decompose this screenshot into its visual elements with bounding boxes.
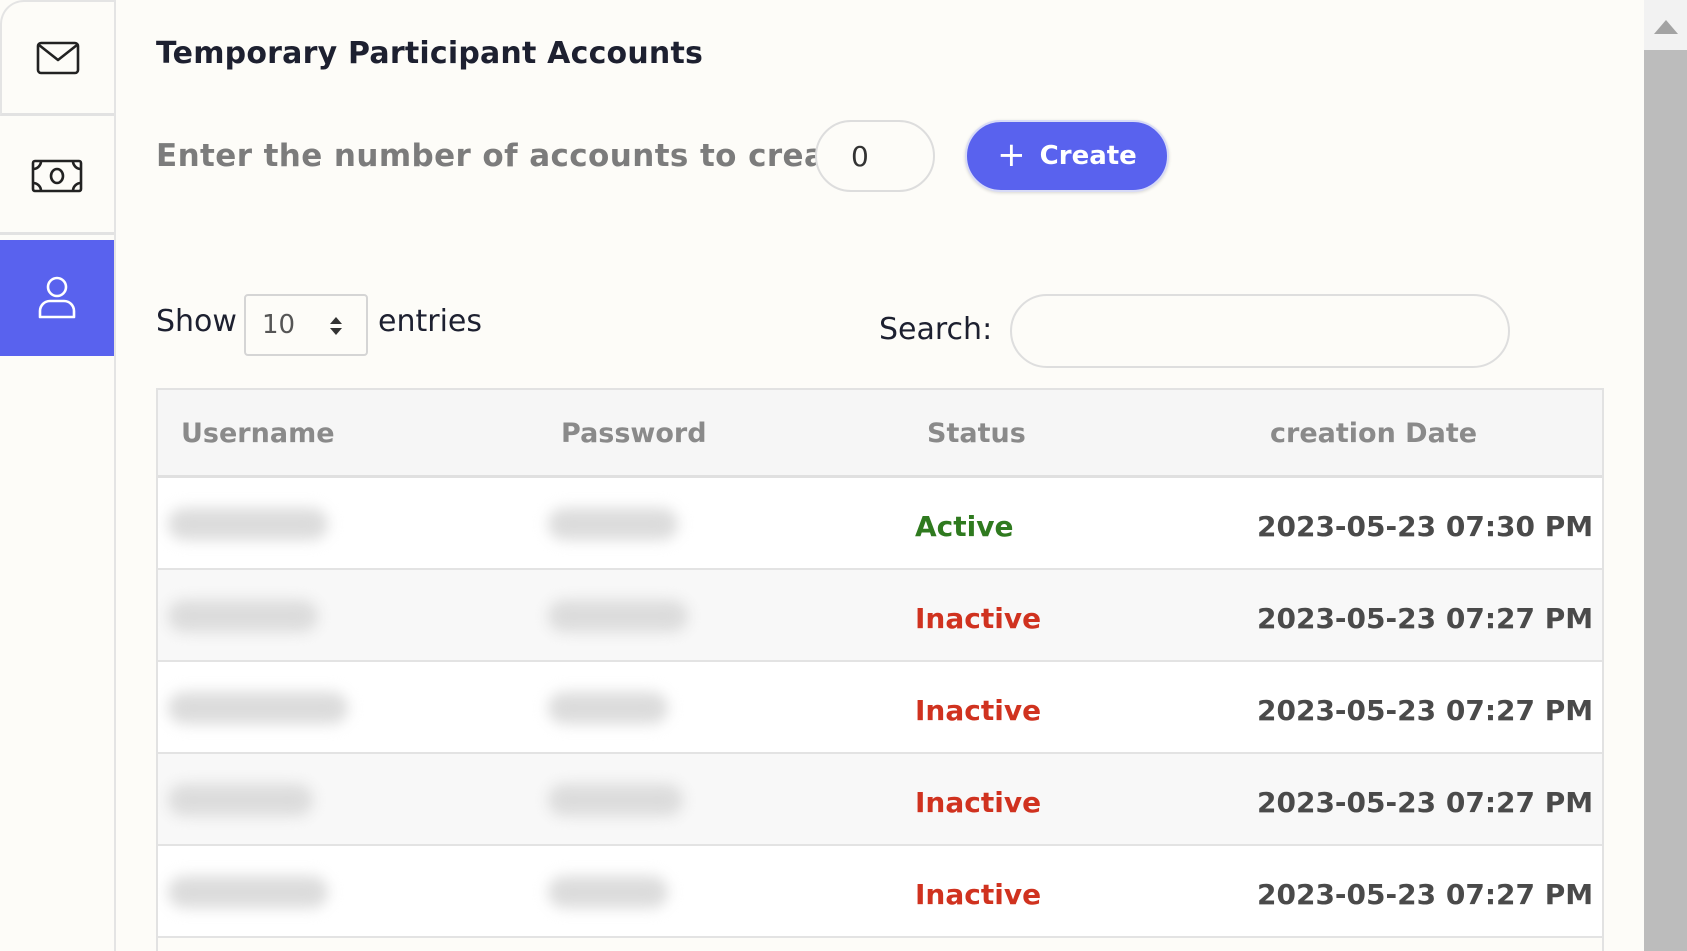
password-cell-redacted xyxy=(548,508,678,540)
user-icon xyxy=(38,276,76,318)
table-row: Inactive 2023-05-23 07:27 PM xyxy=(158,662,1602,754)
vertical-scrollbar[interactable] xyxy=(1644,0,1687,951)
column-header-password[interactable]: Password xyxy=(561,418,707,449)
username-cell-redacted xyxy=(168,876,328,908)
table-row: Inactive 2023-05-23 07:27 PM xyxy=(158,846,1602,938)
column-header-status[interactable]: Status xyxy=(927,418,1026,449)
account-count-input[interactable] xyxy=(815,120,935,192)
status-cell: Active xyxy=(915,510,1014,543)
date-cell: 2023-05-23 07:27 PM xyxy=(1257,694,1594,727)
scroll-up-button[interactable] xyxy=(1644,0,1687,50)
status-cell: Inactive xyxy=(915,694,1042,727)
accounts-table: Username Password Status creation Date A… xyxy=(156,388,1604,951)
username-cell-redacted xyxy=(168,784,313,816)
create-count-label: Enter the number of accounts to create xyxy=(156,138,862,174)
scroll-up-arrow-icon xyxy=(1654,20,1678,34)
envelope-icon xyxy=(36,41,80,74)
password-cell-redacted xyxy=(548,692,668,724)
plus-icon: + xyxy=(997,134,1026,175)
status-cell: Inactive xyxy=(915,602,1042,635)
create-button-label: Create xyxy=(1039,141,1137,171)
sidebar xyxy=(0,0,116,951)
show-label: Show xyxy=(156,304,237,339)
status-cell: Inactive xyxy=(915,786,1042,819)
username-cell-redacted xyxy=(168,692,348,724)
username-cell-redacted xyxy=(168,600,318,632)
sidebar-item-payments[interactable] xyxy=(0,119,114,235)
table-row: Inactive 2023-05-23 07:27 PM xyxy=(158,570,1602,662)
search-label: Search: xyxy=(879,312,993,347)
date-cell: 2023-05-23 07:27 PM xyxy=(1257,878,1594,911)
search-input[interactable] xyxy=(1010,294,1510,368)
column-header-username[interactable]: Username xyxy=(181,418,335,449)
entries-select[interactable]: 10 xyxy=(244,294,368,356)
password-cell-redacted xyxy=(548,876,668,908)
page-title: Temporary Participant Accounts xyxy=(156,36,704,71)
main-content: Temporary Participant Accounts Enter the… xyxy=(156,0,1604,951)
password-cell-redacted xyxy=(548,784,683,816)
date-cell: 2023-05-23 07:27 PM xyxy=(1257,786,1594,819)
password-cell-redacted xyxy=(548,600,688,632)
status-cell: Inactive xyxy=(915,878,1042,911)
entries-select-value: 10 xyxy=(262,310,296,340)
date-cell: 2023-05-23 07:30 PM xyxy=(1257,510,1594,543)
select-arrows-icon xyxy=(330,317,342,335)
sidebar-item-accounts[interactable] xyxy=(0,240,114,356)
money-icon xyxy=(31,159,83,192)
sidebar-item-messages[interactable] xyxy=(0,0,114,116)
table-row: Active 2023-05-23 07:30 PM xyxy=(158,478,1602,570)
column-header-creation-date[interactable]: creation Date xyxy=(1270,418,1477,449)
username-cell-redacted xyxy=(168,508,328,540)
date-cell: 2023-05-23 07:27 PM xyxy=(1257,602,1594,635)
entries-label: entries xyxy=(378,304,482,339)
table-header: Username Password Status creation Date xyxy=(158,390,1602,478)
table-row: Inactive 2023-05-23 07:27 PM xyxy=(158,754,1602,846)
create-button[interactable]: + Create xyxy=(965,120,1169,192)
